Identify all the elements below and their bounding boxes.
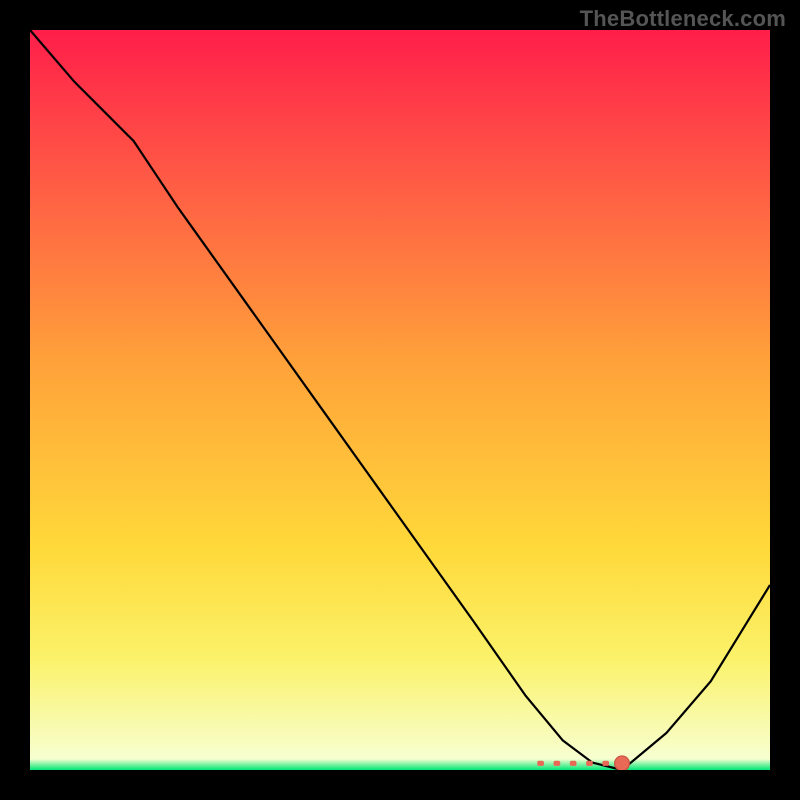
tick-marker xyxy=(554,761,561,766)
tick-marker xyxy=(602,761,609,766)
tick-marker xyxy=(619,761,626,766)
tick-marker xyxy=(537,761,544,766)
watermark-text: TheBottleneck.com xyxy=(580,6,786,32)
tick-marker xyxy=(586,761,593,766)
gradient-fill xyxy=(30,30,770,770)
bottleneck-chart xyxy=(30,30,770,770)
chart-frame: TheBottleneck.com xyxy=(0,0,800,800)
tick-marker xyxy=(570,761,577,766)
